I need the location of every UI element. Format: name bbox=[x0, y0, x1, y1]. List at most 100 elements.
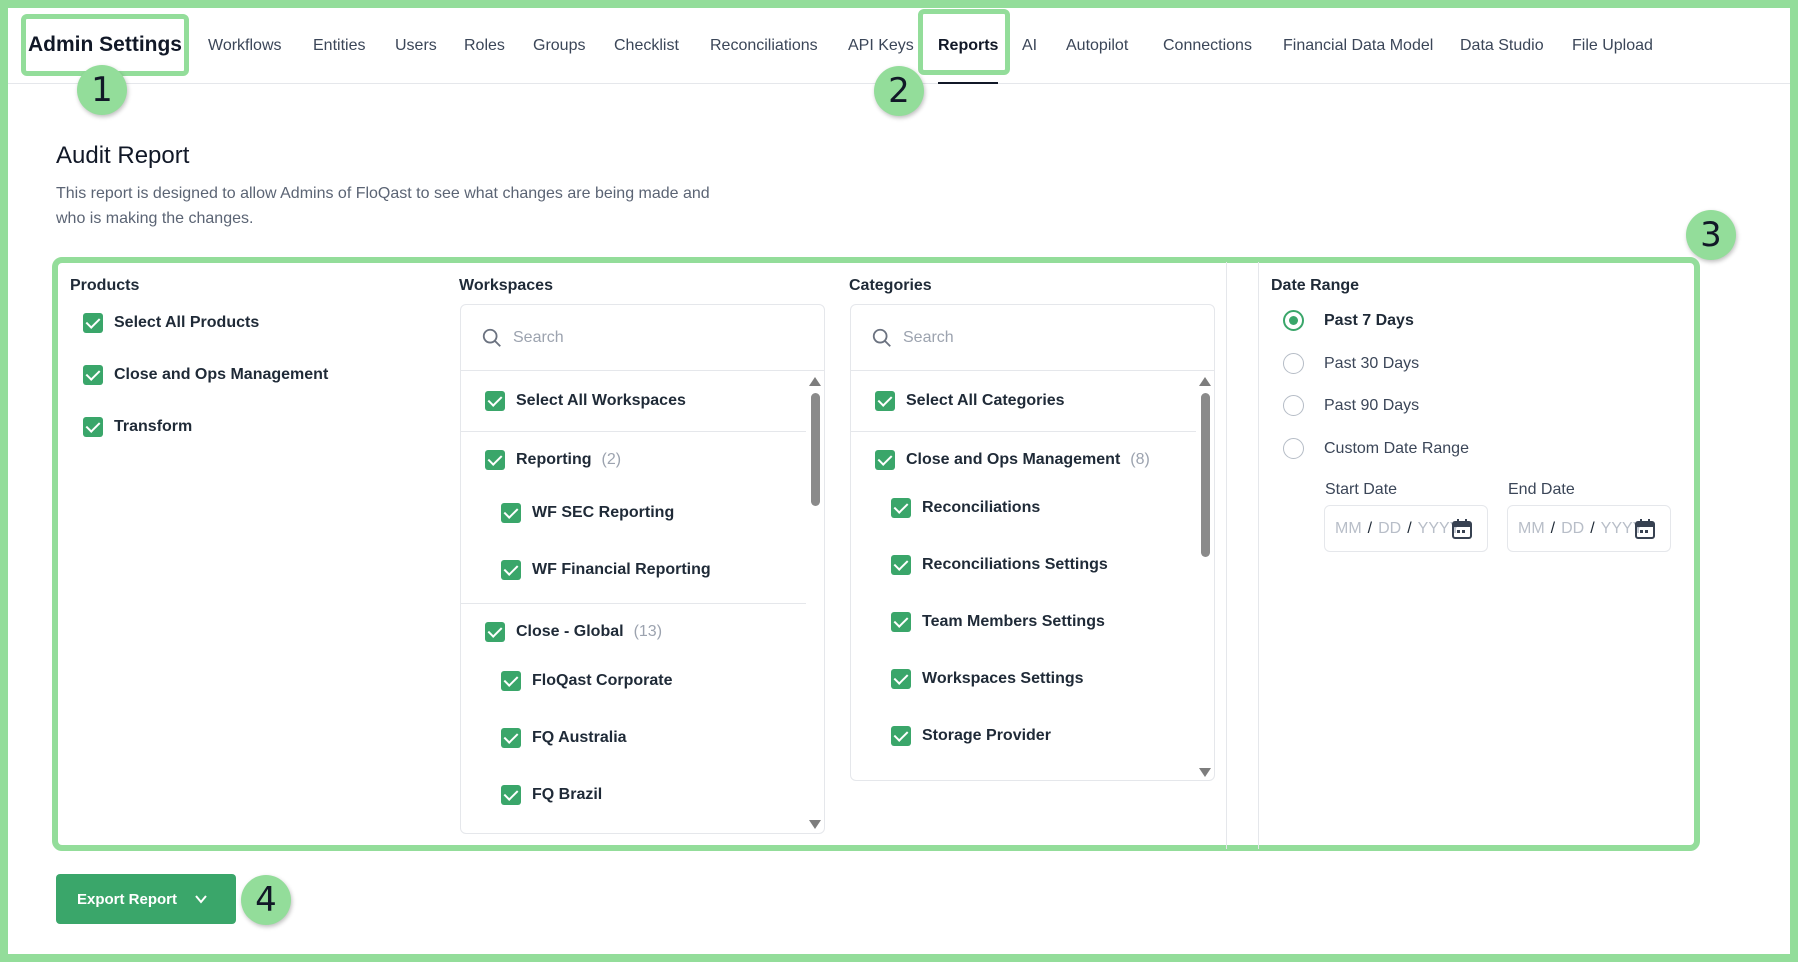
date-separator: / bbox=[1590, 519, 1595, 537]
categories-select-all[interactable]: Select All Categories bbox=[875, 391, 1065, 411]
date-dd-placeholder: DD bbox=[1378, 519, 1402, 537]
checkbox-checked[interactable] bbox=[485, 622, 505, 642]
workspace-label: FQ Brazil bbox=[532, 786, 603, 803]
group-label: Close and Ops Management bbox=[906, 451, 1121, 468]
tab-autopilot[interactable]: Autopilot bbox=[1066, 8, 1128, 84]
categories-scrollbar[interactable] bbox=[1199, 377, 1211, 777]
workspace-item[interactable]: FQ Brazil bbox=[501, 785, 602, 805]
category-label: Reconciliations Settings bbox=[922, 556, 1108, 573]
end-date-input[interactable]: MM / DD / YYYY bbox=[1507, 505, 1671, 552]
category-item[interactable]: Workspaces Settings bbox=[891, 669, 1084, 689]
tab-ai[interactable]: AI bbox=[1022, 8, 1037, 84]
checkbox-checked[interactable] bbox=[891, 612, 911, 632]
radio-unselected[interactable] bbox=[1283, 438, 1304, 459]
scroll-up-arrow-icon[interactable] bbox=[1199, 377, 1211, 386]
scroll-thumb[interactable] bbox=[1201, 393, 1210, 557]
workspaces-search-input[interactable]: Search bbox=[461, 305, 824, 371]
tab-groups[interactable]: Groups bbox=[533, 8, 585, 84]
date-separator: / bbox=[1550, 519, 1556, 537]
categories-title: Categories bbox=[849, 277, 932, 294]
product-transform[interactable]: Transform bbox=[83, 417, 192, 437]
category-item[interactable]: Reconciliations bbox=[891, 498, 1040, 518]
checkbox-checked[interactable] bbox=[501, 728, 521, 748]
categories-search-input[interactable]: Search bbox=[851, 305, 1214, 371]
tab-connections[interactable]: Connections bbox=[1163, 8, 1252, 84]
checkbox-checked[interactable] bbox=[501, 785, 521, 805]
list-divider bbox=[461, 603, 806, 604]
radio-custom-date-range[interactable]: Custom Date Range bbox=[1283, 438, 1469, 459]
radio-unselected[interactable] bbox=[1283, 395, 1304, 416]
radio-label: Past 30 Days bbox=[1324, 354, 1420, 372]
page-description: This report is designed to allow Admins … bbox=[56, 185, 710, 227]
checkbox-checked[interactable] bbox=[875, 391, 895, 411]
scroll-down-arrow-icon[interactable] bbox=[809, 820, 821, 829]
search-placeholder: Search bbox=[903, 328, 954, 346]
checkbox-checked[interactable] bbox=[501, 503, 521, 523]
step-marker-1: 1 bbox=[77, 65, 127, 115]
checkbox-checked[interactable] bbox=[891, 498, 911, 518]
calendar-icon[interactable] bbox=[1451, 518, 1473, 540]
page-title: Audit Report bbox=[56, 142, 190, 169]
workspace-label: WF Financial Reporting bbox=[532, 561, 711, 578]
category-group-close-ops[interactable]: Close and Ops Management (8) bbox=[875, 450, 1150, 470]
tab-file-upload[interactable]: File Upload bbox=[1572, 8, 1653, 84]
checkbox-checked[interactable] bbox=[485, 391, 505, 411]
products-title: Products bbox=[70, 277, 140, 294]
list-divider bbox=[851, 431, 1196, 432]
list-divider bbox=[461, 431, 806, 432]
date-separator: / bbox=[1367, 519, 1373, 537]
checkbox-checked[interactable] bbox=[501, 671, 521, 691]
tab-roles[interactable]: Roles bbox=[464, 8, 505, 84]
export-report-button[interactable]: Export Report bbox=[56, 874, 236, 924]
scroll-thumb[interactable] bbox=[811, 393, 820, 506]
radio-past-30-days[interactable]: Past 30 Days bbox=[1283, 353, 1419, 374]
calendar-icon[interactable] bbox=[1634, 518, 1656, 540]
tab-entities[interactable]: Entities bbox=[313, 8, 365, 84]
checkbox-checked[interactable] bbox=[83, 417, 103, 437]
group-count: (8) bbox=[1130, 451, 1150, 468]
product-close-ops[interactable]: Close and Ops Management bbox=[83, 365, 328, 385]
radio-past-90-days[interactable]: Past 90 Days bbox=[1283, 395, 1419, 416]
workspace-label: FloQast Corporate bbox=[532, 672, 673, 689]
category-item[interactable]: Team Members Settings bbox=[891, 612, 1105, 632]
checkbox-checked[interactable] bbox=[501, 560, 521, 580]
workspaces-scrollbar[interactable] bbox=[809, 377, 821, 829]
radio-selected[interactable] bbox=[1283, 310, 1304, 331]
product-select-all[interactable]: Select All Products bbox=[83, 313, 259, 333]
tab-checklist[interactable]: Checklist bbox=[614, 8, 679, 84]
category-item[interactable]: Storage Provider bbox=[891, 726, 1051, 746]
chevron-down-icon bbox=[195, 895, 207, 904]
radio-unselected[interactable] bbox=[1283, 353, 1304, 374]
tab-workflows[interactable]: Workflows bbox=[208, 8, 282, 84]
start-date-input[interactable]: MM / DD / YYYY bbox=[1324, 505, 1488, 552]
product-label: Transform bbox=[114, 418, 193, 435]
checkbox-checked[interactable] bbox=[891, 669, 911, 689]
tab-reconciliations[interactable]: Reconciliations bbox=[710, 8, 818, 84]
radio-past-7-days[interactable]: Past 7 Days bbox=[1283, 310, 1414, 331]
checkbox-checked[interactable] bbox=[891, 555, 911, 575]
tab-users[interactable]: Users bbox=[395, 8, 437, 84]
tab-reports[interactable]: Reports bbox=[938, 8, 999, 84]
scroll-down-arrow-icon[interactable] bbox=[1199, 768, 1211, 777]
workspace-item[interactable]: WF Financial Reporting bbox=[501, 560, 711, 580]
checkbox-checked[interactable] bbox=[83, 313, 103, 333]
category-label: Team Members Settings bbox=[922, 613, 1105, 630]
workspace-group-reporting[interactable]: Reporting (2) bbox=[485, 450, 621, 470]
group-count: (2) bbox=[601, 451, 622, 468]
step-marker-2: 2 bbox=[874, 66, 924, 116]
workspace-item[interactable]: FloQast Corporate bbox=[501, 671, 672, 691]
workspace-item[interactable]: FQ Australia bbox=[501, 728, 627, 748]
tab-data-studio[interactable]: Data Studio bbox=[1460, 8, 1544, 84]
workspace-item[interactable]: WF SEC Reporting bbox=[501, 503, 674, 523]
checkbox-checked[interactable] bbox=[485, 450, 505, 470]
tab-financial-data-model[interactable]: Financial Data Model bbox=[1283, 8, 1433, 84]
step-marker-4: 4 bbox=[241, 875, 291, 925]
checkbox-checked[interactable] bbox=[875, 450, 895, 470]
checkbox-checked[interactable] bbox=[891, 726, 911, 746]
workspaces-select-all[interactable]: Select All Workspaces bbox=[485, 391, 686, 411]
workspace-group-close-global[interactable]: Close - Global (13) bbox=[485, 622, 662, 642]
category-item[interactable]: Reconciliations Settings bbox=[891, 555, 1108, 575]
checkbox-checked[interactable] bbox=[83, 365, 103, 385]
categories-listbox: Search Select All Categories Close and O… bbox=[850, 304, 1215, 781]
scroll-up-arrow-icon[interactable] bbox=[809, 377, 821, 386]
